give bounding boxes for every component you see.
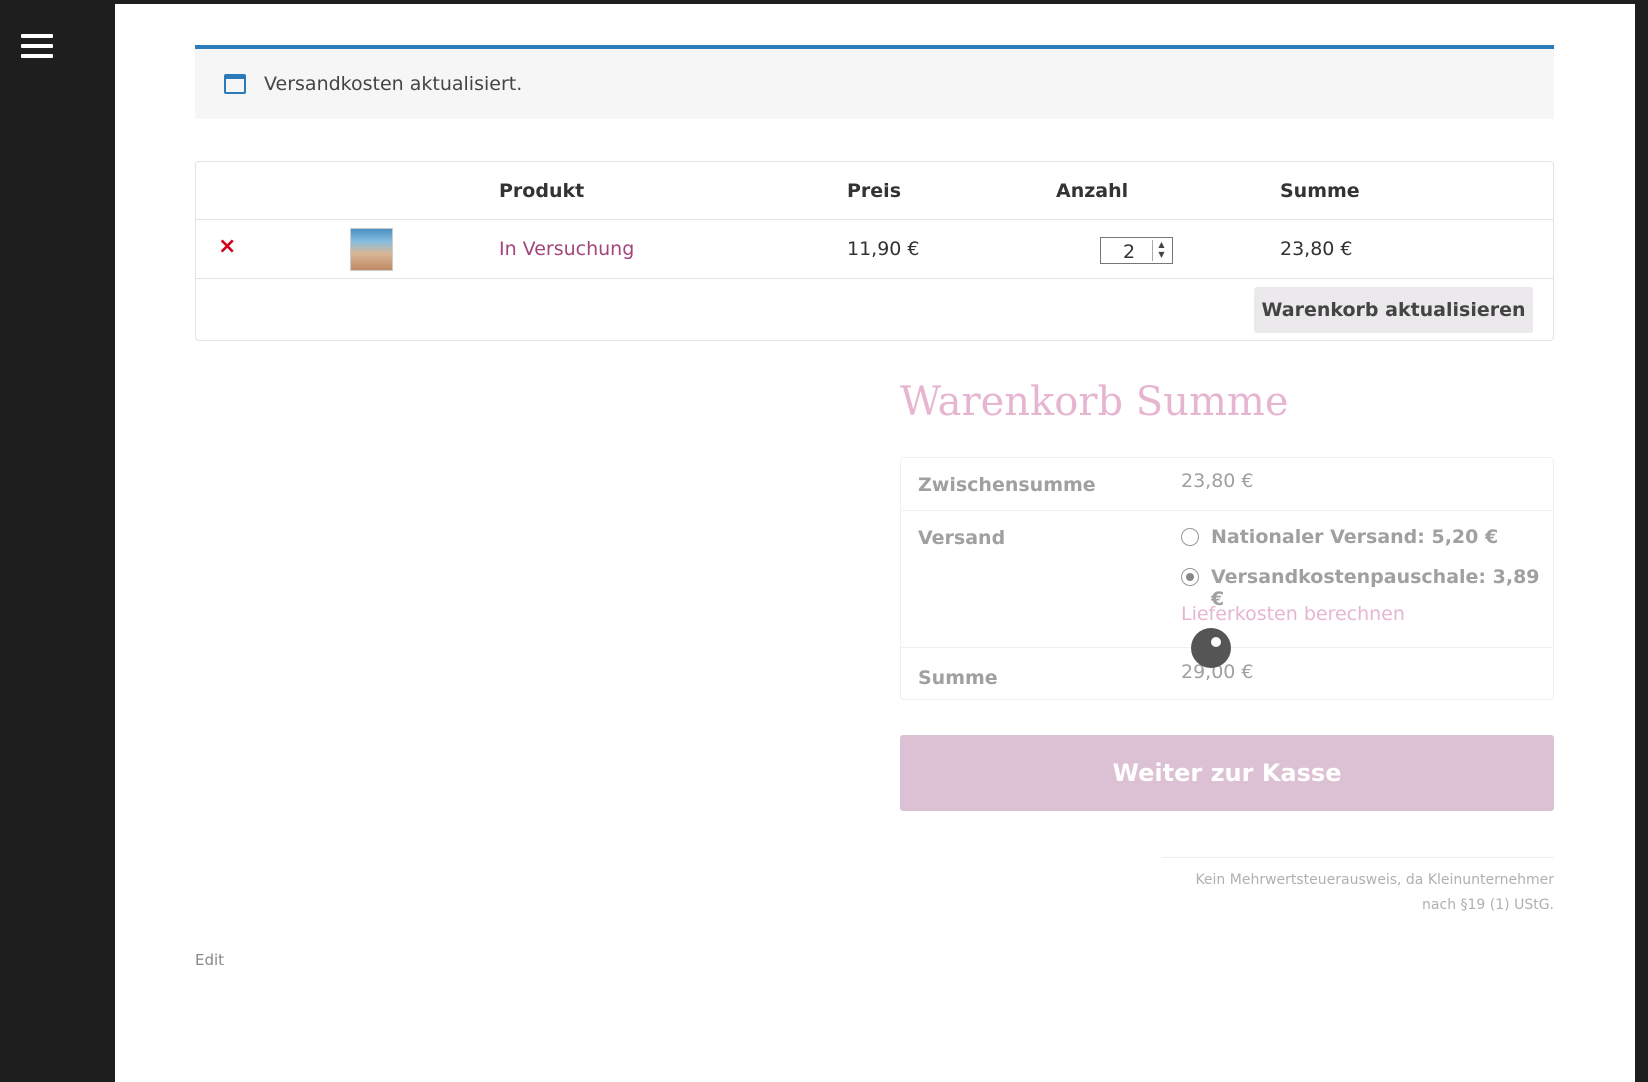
shipping-option-flatrate-radio[interactable] [1181,568,1199,586]
vat-note-line2: nach §19 (1) UStG. [1422,897,1554,913]
spinner-arrows-icon[interactable]: ▲ ▼ [1152,240,1170,261]
header-total: Summe [1280,180,1360,202]
shipping-label: Versand [918,527,1006,549]
notice-banner: Versandkosten aktualisiert. [195,45,1554,119]
update-cart-button[interactable]: Warenkorb aktualisieren [1254,287,1533,333]
divider [1162,857,1554,858]
cart-table: Produkt Preis Anzahl Summe × In Versuchu… [195,161,1554,341]
vat-note: Kein Mehrwertsteuerausweis, da Kleinunte… [1135,868,1554,918]
quantity-stepper[interactable]: 2 ▲ ▼ [1100,237,1173,264]
edit-link[interactable]: Edit [195,951,224,969]
checkout-button[interactable]: Weiter zur Kasse [900,735,1554,811]
header-product: Produkt [499,180,585,202]
shipping-row: Versand Nationaler Versand: 5,20 € Versa… [901,511,1553,648]
product-link[interactable]: In Versuchung [499,238,634,260]
subtotal-row: Zwischensumme 23,80 € [901,458,1553,511]
menu-icon[interactable] [21,34,53,62]
cart-totals-title: Warenkorb Summe [900,379,1289,425]
window-icon [224,74,246,94]
quantity-value: 2 [1123,241,1136,263]
right-edge [1635,0,1648,1082]
page-content: Versandkosten aktualisiert. Produkt Prei… [115,4,1635,1082]
item-total: 23,80 € [1280,238,1353,260]
mouse-cursor-icon [1191,628,1231,668]
subtotal-label: Zwischensumme [918,474,1096,496]
cart-header: Produkt Preis Anzahl Summe [196,162,1553,220]
product-thumbnail[interactable] [350,228,393,271]
subtotal-value: 23,80 € [1181,470,1254,492]
vat-note-line1: Kein Mehrwertsteuerausweis, da Kleinunte… [1195,872,1554,888]
header-price: Preis [847,180,902,202]
remove-item-icon[interactable]: × [218,234,236,259]
shipping-option-national-radio[interactable] [1181,528,1199,546]
calculate-shipping-link[interactable]: Lieferkosten berechnen [1181,603,1405,625]
sidebar [0,0,115,1082]
cart-totals-table: Zwischensumme 23,80 € Versand Nationaler… [900,457,1554,700]
item-price: 11,90 € [847,238,920,260]
notice-text: Versandkosten aktualisiert. [264,73,523,95]
cart-item-row: × In Versuchung 11,90 € 2 ▲ ▼ 23,80 € [196,220,1553,279]
header-quantity: Anzahl [1056,180,1129,202]
shipping-option-national-label[interactable]: Nationaler Versand: 5,20 € [1211,526,1498,548]
total-label: Summe [918,667,998,689]
